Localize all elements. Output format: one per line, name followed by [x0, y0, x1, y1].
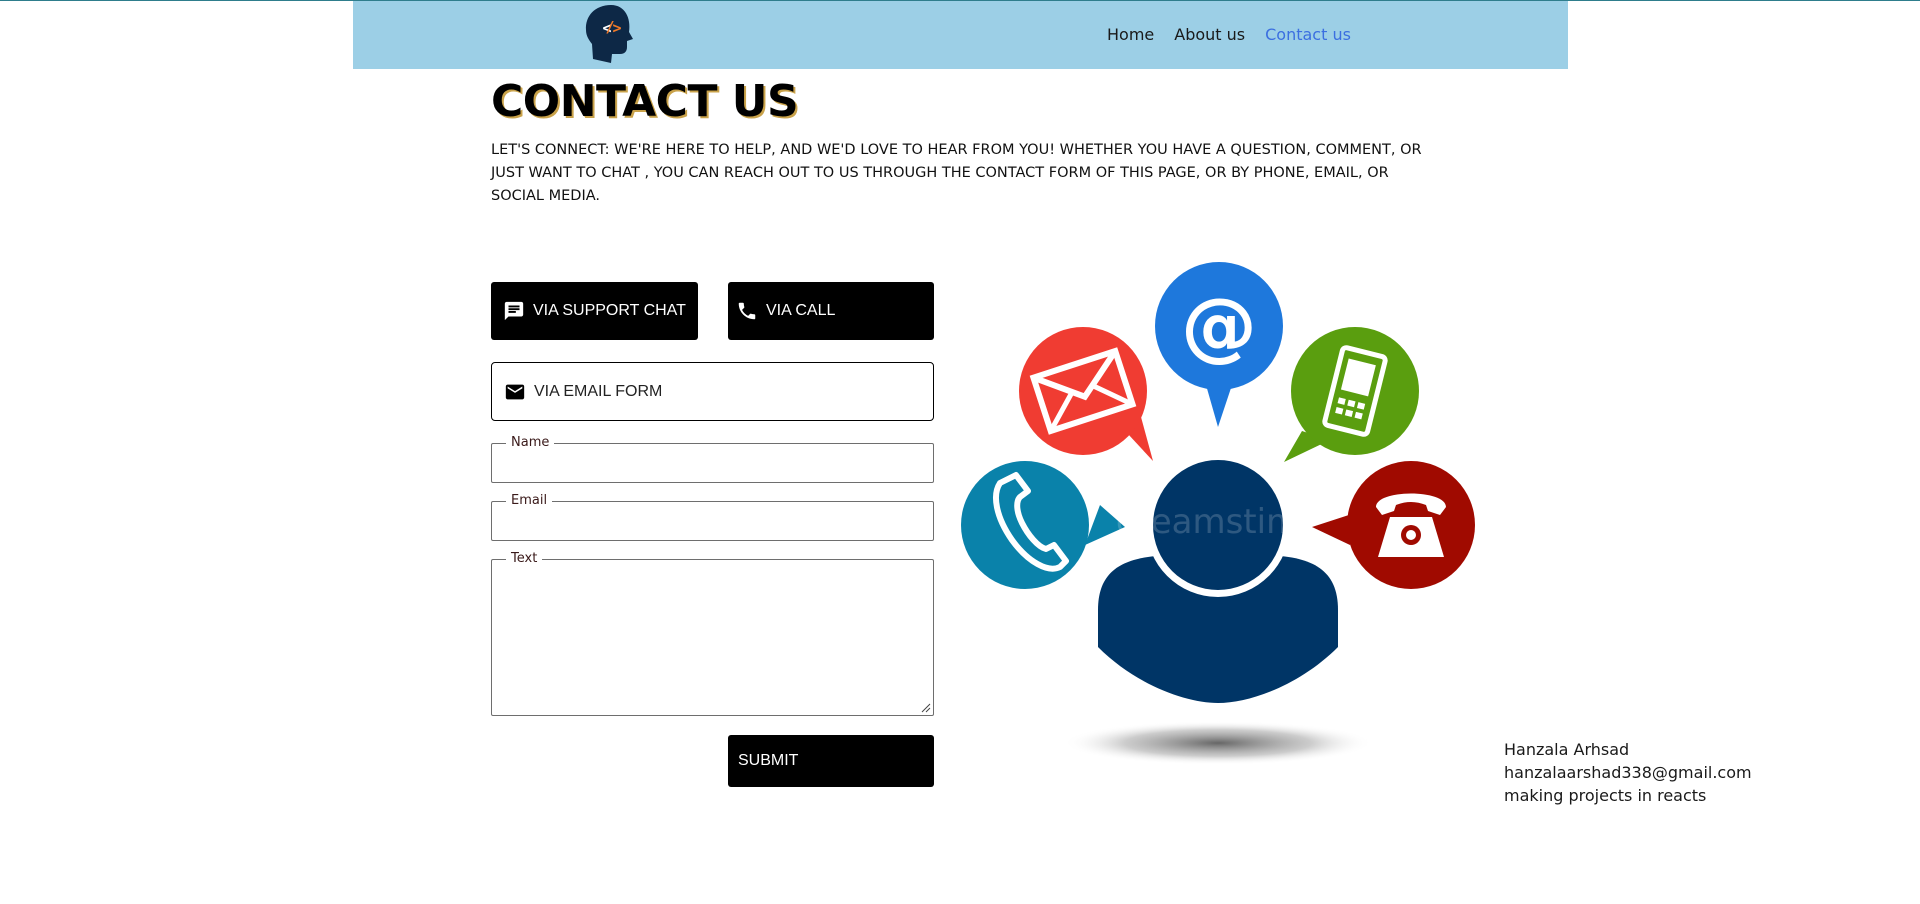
intro-text: LET'S CONNECT: WE'RE HERE TO HELP, AND W…: [491, 142, 1422, 204]
support-chat-label: VIA SUPPORT CHAT: [533, 302, 686, 319]
email-form-label: VIA EMAIL FORM: [534, 382, 663, 400]
call-label: VIA CALL: [766, 302, 836, 319]
contact-illustration: @ dreamstime: [950, 255, 1490, 765]
nav-links: Home About us Contact us: [1107, 25, 1351, 44]
telephone-icon: [1312, 461, 1475, 589]
submit-label: SUBMIT: [738, 752, 799, 769]
navbar: < / > Home About us Contact us: [353, 1, 1568, 69]
phone-icon: [736, 300, 758, 322]
email-form-button[interactable]: VIA EMAIL FORM: [491, 362, 934, 421]
name-input[interactable]: [492, 444, 933, 482]
svg-text:>: >: [612, 19, 621, 37]
email-field-label: Email: [506, 493, 553, 508]
footer-info: Hanzala Arhsad hanzalaarshad338@gmail.co…: [1504, 738, 1752, 807]
page-title: CONTACT US: [491, 76, 799, 127]
logo-head-code-icon[interactable]: < / >: [581, 3, 641, 65]
footer-name: Hanzala Arhsad: [1504, 740, 1630, 759]
watermark-text: dreamstime: [1116, 502, 1320, 542]
nav-link-contact[interactable]: Contact us: [1265, 25, 1351, 44]
envelope-icon: [1019, 327, 1153, 461]
nav-link-about[interactable]: About us: [1174, 25, 1245, 44]
at-sign-icon: @: [1155, 262, 1283, 427]
call-button[interactable]: VIA CALL: [728, 282, 934, 340]
text-textarea[interactable]: [492, 560, 933, 715]
footer-email: hanzalaarshad338@gmail.com: [1504, 763, 1752, 782]
phone-handset-icon: [961, 461, 1125, 589]
support-chat-button[interactable]: VIA SUPPORT CHAT: [491, 282, 698, 340]
nav-link-home[interactable]: Home: [1107, 25, 1154, 44]
text-field: Text: [491, 551, 934, 716]
svg-text:@: @: [1181, 281, 1257, 370]
name-field: Name: [491, 435, 934, 483]
email-input[interactable]: [492, 502, 933, 540]
footer-tagline: making projects in reacts: [1504, 786, 1707, 805]
email-field: Email: [491, 493, 934, 541]
floor-shadow: [1063, 721, 1373, 765]
mobile-phone-icon: [1284, 327, 1419, 462]
resize-grip-icon[interactable]: [921, 703, 931, 713]
chat-icon: [503, 300, 525, 322]
mail-icon: [504, 381, 526, 403]
text-field-label: Text: [506, 551, 543, 566]
name-field-label: Name: [506, 435, 555, 450]
person-icon: [1098, 453, 1338, 703]
submit-button[interactable]: SUBMIT: [728, 735, 934, 787]
